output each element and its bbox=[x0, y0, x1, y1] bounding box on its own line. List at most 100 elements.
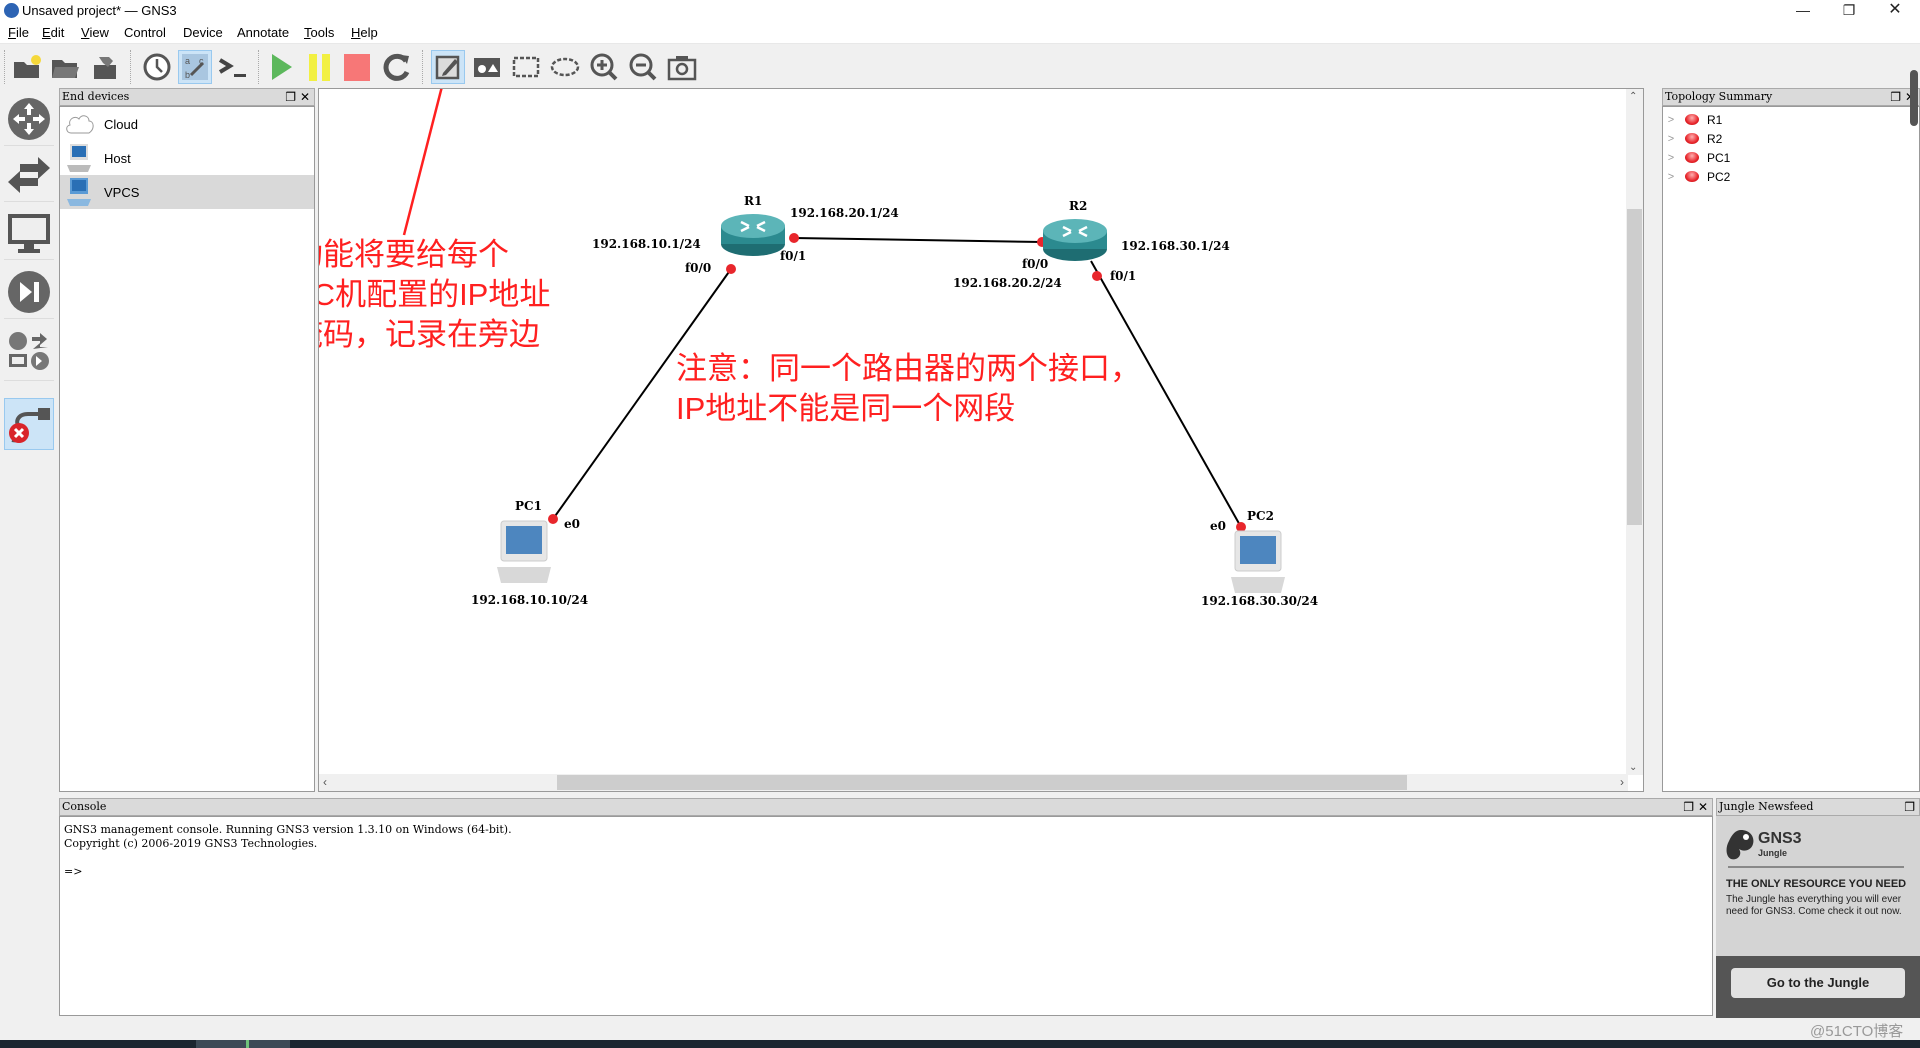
draw-rectangle-button[interactable] bbox=[509, 50, 543, 84]
pause-icon bbox=[309, 54, 330, 81]
close-button[interactable]: ✕ bbox=[1872, 0, 1918, 22]
scroll-right-arrow[interactable]: › bbox=[1620, 775, 1624, 789]
pc-pc2[interactable] bbox=[1231, 530, 1285, 593]
routers-button[interactable] bbox=[4, 92, 54, 146]
minimize-button[interactable]: — bbox=[1780, 0, 1826, 22]
vpcs-icon bbox=[67, 178, 91, 206]
console-output[interactable]: GNS3 management console. Running GNS3 ve… bbox=[59, 816, 1713, 1016]
menu-bar: File Edit View Control Device Annotate T… bbox=[0, 22, 1920, 44]
right-edge-scrollbar[interactable] bbox=[1910, 70, 1918, 126]
start-all-button[interactable] bbox=[264, 50, 298, 84]
restore-button[interactable]: ❐ bbox=[1826, 0, 1872, 22]
toolbar-separator bbox=[258, 50, 259, 84]
go-to-jungle-button[interactable]: Go to the Jungle bbox=[1731, 968, 1905, 998]
end-devices-button[interactable] bbox=[4, 206, 54, 260]
scroll-up-arrow[interactable]: ⌃ bbox=[1629, 91, 1637, 102]
topology-item-r2[interactable]: > R2 bbox=[1663, 129, 1919, 148]
monitor-icon bbox=[8, 213, 50, 253]
chameleon-logo-icon bbox=[1726, 830, 1754, 860]
menu-tools[interactable]: Tools bbox=[304, 25, 334, 40]
menu-edit[interactable]: Edit bbox=[42, 25, 64, 40]
dock-float-button[interactable]: ❐ bbox=[1890, 89, 1901, 105]
svg-text:a: a bbox=[185, 56, 190, 66]
stop-all-button[interactable] bbox=[340, 50, 374, 84]
note-left[interactable]: 用笔记功能将要给每个 接口和PC机配置的IP地址 和子网掩码，记录在旁边 bbox=[319, 235, 550, 355]
expand-chevron-icon[interactable]: > bbox=[1663, 114, 1679, 126]
pc-pc1[interactable] bbox=[497, 520, 551, 583]
scrollbar-thumb[interactable] bbox=[1627, 209, 1642, 525]
console-prompt: => bbox=[64, 865, 83, 878]
topology-item-r1[interactable]: > R1 bbox=[1663, 110, 1919, 129]
screenshot-button[interactable] bbox=[665, 50, 699, 84]
note-center[interactable]: 注意：同一个路由器的两个接口， IP地址不能是同一个网段 bbox=[676, 349, 1141, 429]
menu-help[interactable]: Help bbox=[351, 25, 378, 40]
show-interface-labels-button[interactable]: acb bbox=[178, 50, 212, 84]
dock-title: Console bbox=[62, 800, 107, 813]
ip-label-pc2: 192.168.30.30/24 bbox=[1201, 594, 1319, 608]
topology-summary-dock: Topology Summary ❐ ✕ > R1 > R2 > PC1 > PC2 bbox=[1662, 88, 1920, 792]
scrollbar-thumb[interactable] bbox=[557, 775, 1407, 790]
topology-item-pc1[interactable]: > PC1 bbox=[1663, 148, 1919, 167]
canvas-horizontal-scrollbar[interactable]: ‹ › bbox=[319, 774, 1628, 791]
menu-annotate[interactable]: Annotate bbox=[237, 25, 289, 40]
router-r2[interactable] bbox=[1043, 219, 1107, 261]
dock-float-button[interactable]: ❐ bbox=[285, 89, 296, 105]
expand-chevron-icon[interactable]: > bbox=[1663, 171, 1679, 183]
svg-text:b: b bbox=[185, 70, 190, 80]
console-all-button[interactable] bbox=[216, 50, 250, 84]
port-label-r2-f00: f0/0 bbox=[1022, 257, 1049, 271]
taskbar-app-button[interactable] bbox=[196, 1040, 290, 1048]
save-project-button[interactable] bbox=[88, 50, 122, 84]
router-r1[interactable] bbox=[721, 214, 785, 256]
rectangle-icon bbox=[512, 56, 540, 78]
menu-view[interactable]: View bbox=[81, 25, 109, 40]
expand-chevron-icon[interactable]: > bbox=[1663, 152, 1679, 164]
canvas-vertical-scrollbar[interactable]: ⌃ ⌄ bbox=[1626, 89, 1643, 775]
save-icon bbox=[94, 57, 116, 79]
gns3-app-icon bbox=[4, 3, 19, 18]
ip-label-r1-f01: 192.168.20.1/24 bbox=[790, 206, 899, 220]
snapshot-button[interactable] bbox=[140, 50, 174, 84]
status-stopped-icon bbox=[1685, 114, 1699, 125]
add-note-button[interactable] bbox=[431, 50, 465, 84]
link-r1-r2[interactable] bbox=[793, 237, 1043, 243]
add-link-button[interactable] bbox=[4, 398, 54, 450]
clock-icon bbox=[143, 53, 171, 81]
device-item-cloud[interactable]: Cloud bbox=[60, 107, 314, 141]
topology-canvas[interactable]: R1 R2 PC1 PC2 f0/0 f0/1 f0/0 f0/1 e0 e0 … bbox=[318, 88, 1644, 792]
topology-item-label: R2 bbox=[1707, 131, 1723, 146]
new-project-button[interactable] bbox=[10, 50, 44, 84]
reload-icon bbox=[383, 53, 410, 81]
interface-labels-icon: a cb bbox=[182, 54, 208, 80]
dock-close-button[interactable]: ✕ bbox=[1698, 799, 1708, 815]
title-bar: Unsaved project* — GNS3 — ❐ ✕ bbox=[0, 0, 1920, 22]
menu-device[interactable]: Device bbox=[183, 25, 223, 40]
switches-button[interactable] bbox=[4, 148, 54, 202]
zoom-in-button[interactable] bbox=[587, 50, 621, 84]
menu-control[interactable]: Control bbox=[124, 25, 166, 40]
draw-ellipse-button[interactable] bbox=[548, 50, 582, 84]
ip-label-r1-f00: 192.168.10.1/24 bbox=[592, 237, 701, 251]
suspend-all-button[interactable] bbox=[302, 50, 336, 84]
dock-close-button[interactable]: ✕ bbox=[300, 89, 310, 105]
expand-chevron-icon[interactable]: > bbox=[1663, 133, 1679, 145]
open-project-button[interactable] bbox=[48, 50, 82, 84]
security-devices-button[interactable] bbox=[4, 265, 54, 319]
scroll-down-arrow[interactable]: ⌄ bbox=[1629, 762, 1637, 773]
zoom-out-button[interactable] bbox=[626, 50, 660, 84]
dock-title: End devices bbox=[62, 90, 130, 103]
dock-float-button[interactable]: ❐ bbox=[1683, 799, 1694, 815]
topology-item-pc2[interactable]: > PC2 bbox=[1663, 167, 1919, 186]
insert-picture-button[interactable] bbox=[470, 50, 504, 84]
reload-all-button[interactable] bbox=[380, 50, 414, 84]
dock-float-button[interactable]: ❐ bbox=[1904, 799, 1915, 815]
scroll-left-arrow[interactable]: ‹ bbox=[323, 775, 327, 789]
topology-item-label: PC2 bbox=[1707, 169, 1731, 184]
device-item-vpcs[interactable]: VPCS bbox=[60, 175, 314, 209]
device-item-host[interactable]: Host bbox=[60, 141, 314, 175]
all-devices-button[interactable] bbox=[4, 323, 54, 381]
jungle-logo-title: GNS3 bbox=[1758, 830, 1802, 847]
menu-file[interactable]: File bbox=[8, 25, 29, 40]
dock-title: Topology Summary bbox=[1665, 90, 1773, 103]
